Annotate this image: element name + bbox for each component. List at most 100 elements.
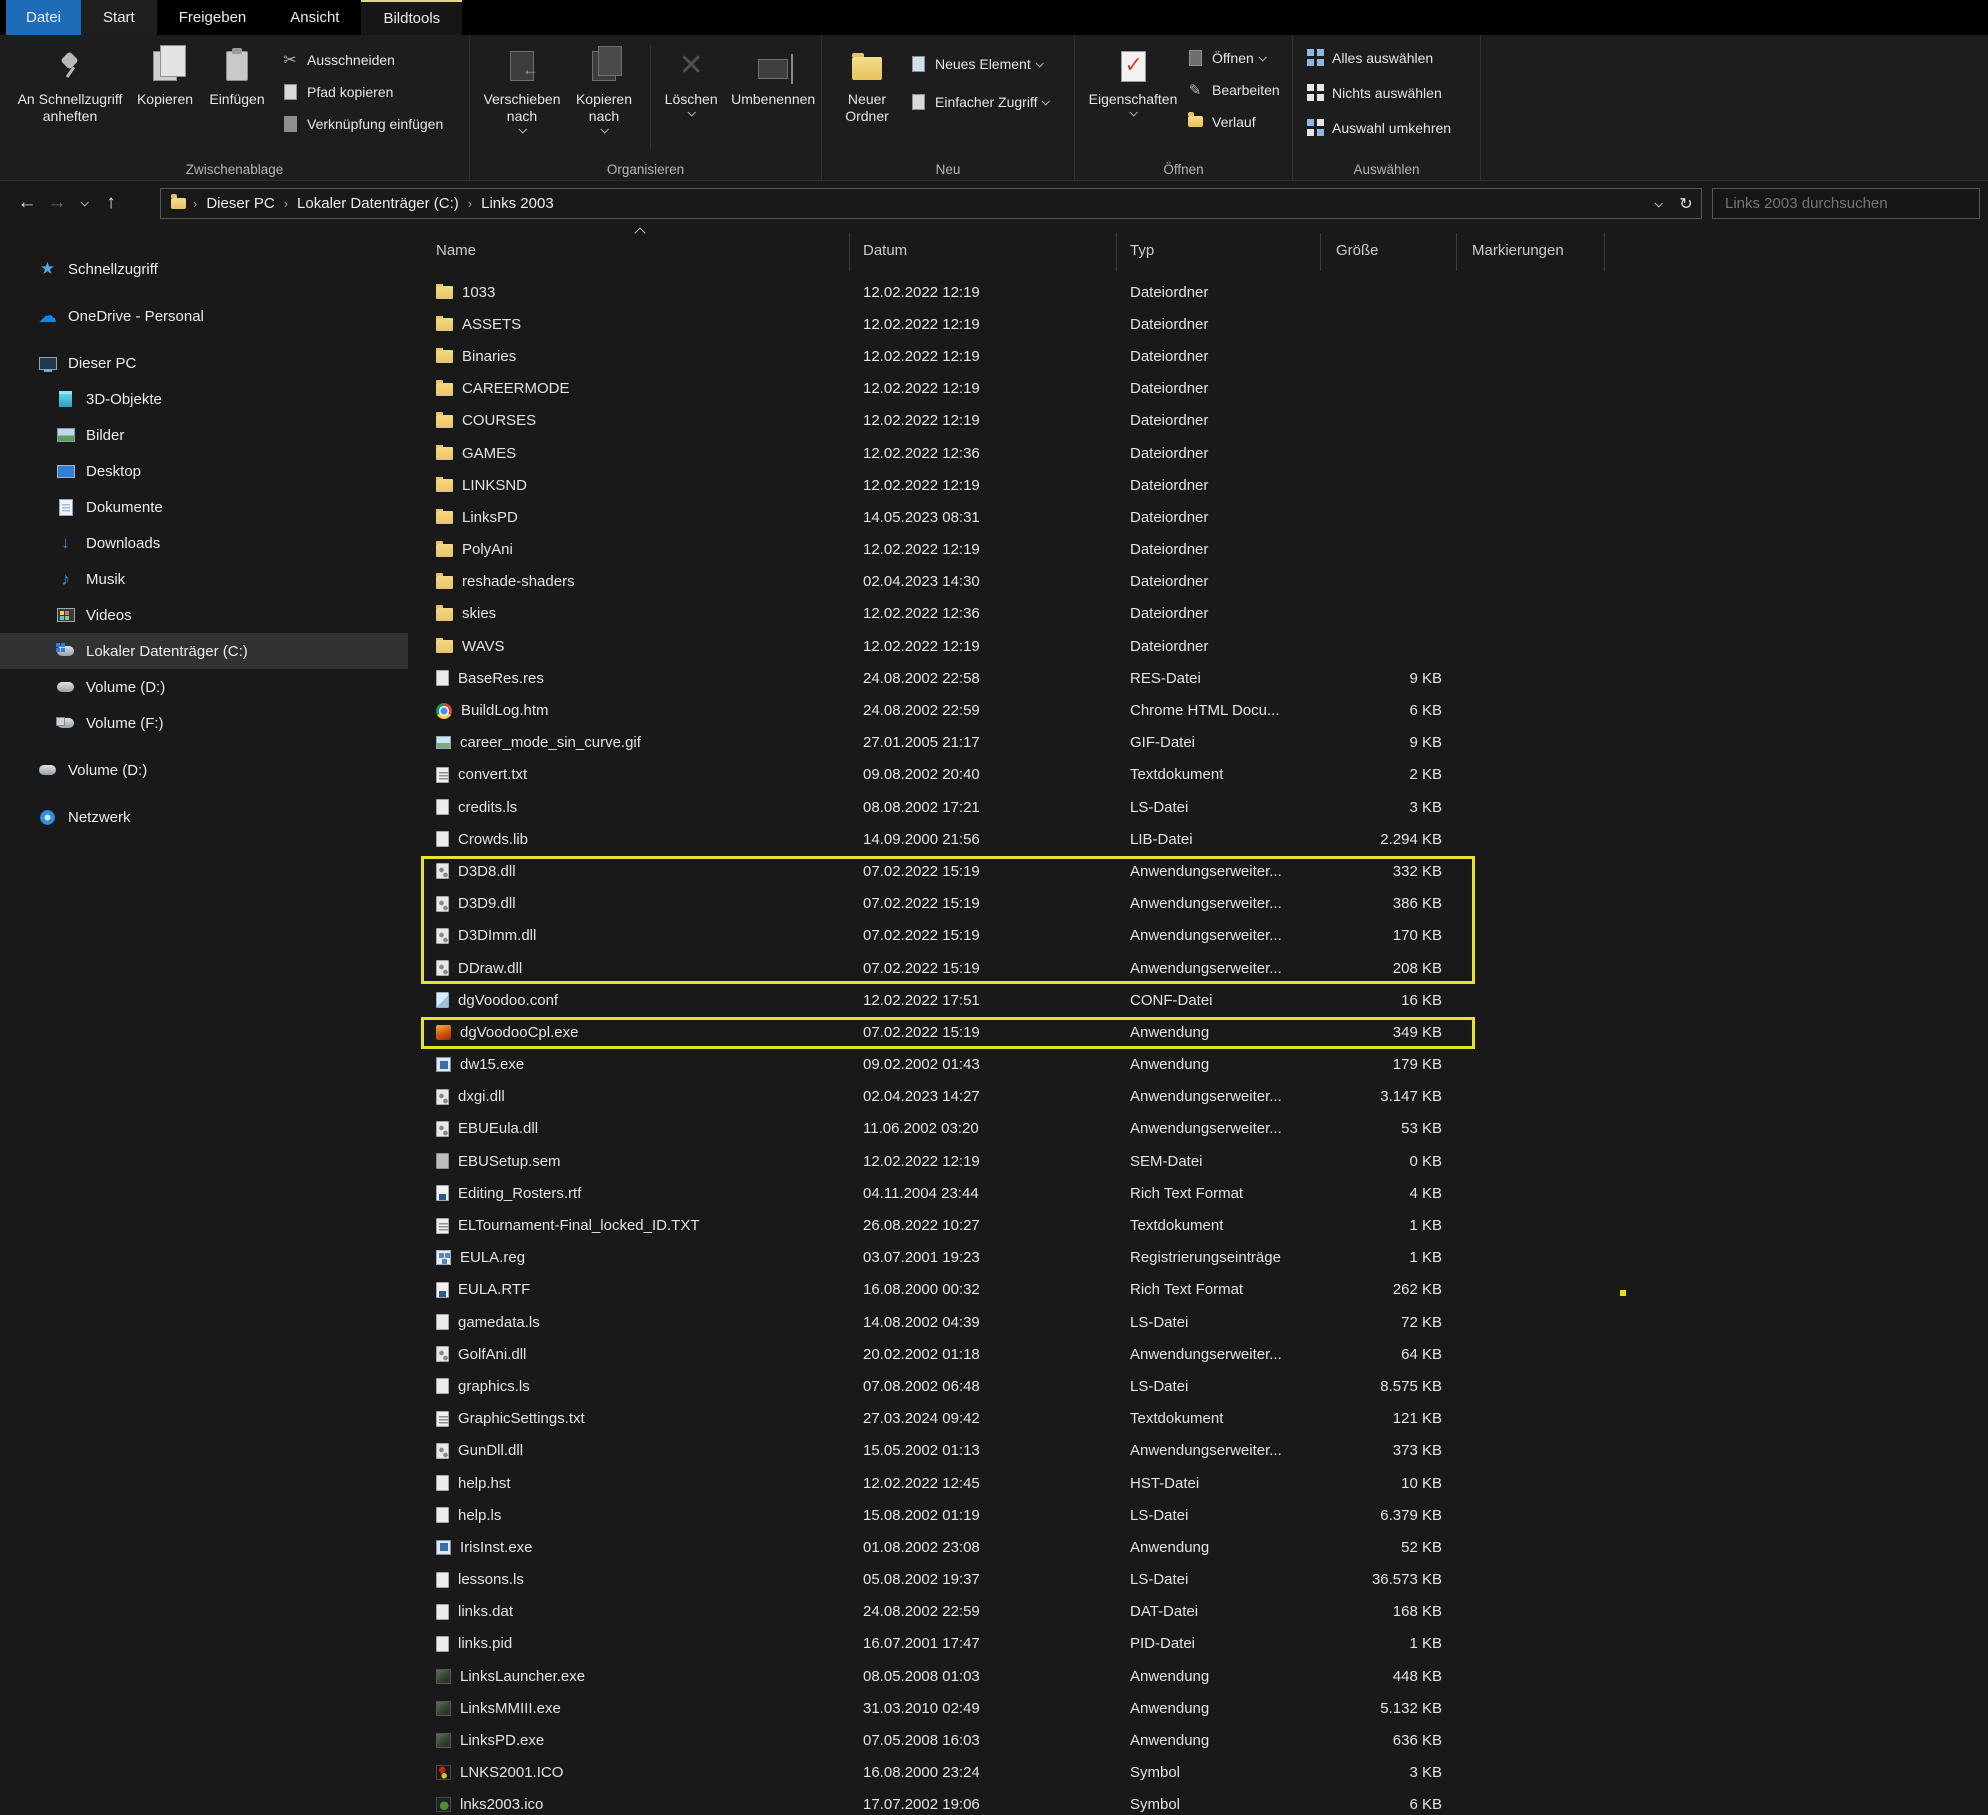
open-button[interactable]: Öffnen xyxy=(1185,43,1280,72)
address-dropdown-button[interactable] xyxy=(1645,191,1671,217)
sidebar-item-volume-d-[interactable]: Volume (D:) xyxy=(0,752,408,788)
file-row[interactable]: IrisInst.exe01.08.2002 23:08Anwendung52 … xyxy=(420,1531,1988,1563)
cut-button[interactable]: ✂ Ausschneiden xyxy=(280,45,443,74)
sidebar-item-volume-f-[interactable]: Volume (F:) xyxy=(0,705,408,741)
sidebar-item-downloads[interactable]: Downloads xyxy=(0,525,408,561)
file-row[interactable]: GraphicSettings.txt27.03.2024 09:42Textd… xyxy=(420,1403,1988,1435)
file-row[interactable]: PolyAni12.02.2022 12:19Dateiordner xyxy=(420,534,1988,566)
sidebar-item-schnellzugriff[interactable]: Schnellzugriff xyxy=(0,251,408,287)
file-row[interactable]: convert.txt09.08.2002 20:40Textdokument2… xyxy=(420,759,1988,791)
sidebar-item-volume-d-[interactable]: Volume (D:) xyxy=(0,669,408,705)
sidebar-item-3d-objekte[interactable]: 3D-Objekte xyxy=(0,381,408,417)
up-button[interactable]: ↑ xyxy=(96,188,126,218)
column-divider[interactable] xyxy=(1116,233,1117,271)
search-input[interactable] xyxy=(1713,195,1979,212)
column-divider[interactable] xyxy=(1604,233,1605,271)
file-row[interactable]: gamedata.ls14.08.2002 04:39LS-Datei72 KB xyxy=(420,1306,1988,1338)
tab-ansicht[interactable]: Ansicht xyxy=(268,0,361,35)
properties-button[interactable]: Eigenschaften xyxy=(1083,41,1183,147)
file-row[interactable]: WAVS12.02.2022 12:19Dateiordner xyxy=(420,630,1988,662)
new-item-button[interactable]: Neues Element xyxy=(908,49,1048,78)
easy-access-button[interactable]: Einfacher Zugriff xyxy=(908,87,1048,116)
file-row[interactable]: LinksPD14.05.2023 08:31Dateiordner xyxy=(420,501,1988,533)
tab-datei[interactable]: Datei xyxy=(6,0,81,35)
forward-button[interactable]: → xyxy=(42,188,72,218)
file-row[interactable]: credits.ls08.08.2002 17:21LS-Datei3 KB xyxy=(420,791,1988,823)
file-row[interactable]: 103312.02.2022 12:19Dateiordner xyxy=(420,276,1988,308)
delete-button[interactable]: ✕ Löschen xyxy=(657,41,725,147)
breadcrumb-links-2003[interactable]: Links 2003 xyxy=(475,195,560,212)
file-row[interactable]: LINKSND12.02.2022 12:19Dateiordner xyxy=(420,469,1988,501)
column-header-markierungen[interactable]: Markierungen xyxy=(1472,225,1564,276)
file-row[interactable]: Binaries12.02.2022 12:19Dateiordner xyxy=(420,340,1988,372)
file-row[interactable]: links.dat24.08.2002 22:59DAT-Datei168 KB xyxy=(420,1596,1988,1628)
tab-bildtools[interactable]: Bildtools xyxy=(361,0,462,35)
column-header-name[interactable]: Name xyxy=(436,225,476,276)
sidebar-item-videos[interactable]: Videos xyxy=(0,597,408,633)
file-row[interactable]: links.pid16.07.2001 17:47PID-Datei1 KB xyxy=(420,1628,1988,1660)
file-row[interactable]: D3DImm.dll07.02.2022 15:19Anwendungserwe… xyxy=(420,920,1988,952)
file-row[interactable]: dgVoodoo.conf12.02.2022 17:51CONF-Datei1… xyxy=(420,984,1988,1016)
sidebar-item-netzwerk[interactable]: Netzwerk xyxy=(0,799,408,835)
column-divider[interactable] xyxy=(1456,233,1457,271)
sidebar-item-onedrive-personal[interactable]: OneDrive - Personal xyxy=(0,298,408,334)
column-divider[interactable] xyxy=(1320,233,1321,271)
breadcrumb-lokaler-datentraeger[interactable]: Lokaler Datenträger (C:) xyxy=(291,195,465,212)
file-row[interactable]: lessons.ls05.08.2002 19:37LS-Datei36.573… xyxy=(420,1564,1988,1596)
file-row[interactable]: EBUEula.dll11.06.2002 03:20Anwendungserw… xyxy=(420,1113,1988,1145)
column-divider[interactable] xyxy=(849,233,850,271)
file-row[interactable]: BaseRes.res24.08.2002 22:58RES-Datei9 KB xyxy=(420,662,1988,694)
sidebar-item-musik[interactable]: Musik xyxy=(0,561,408,597)
file-row[interactable]: LNKS2001.ICO16.08.2000 23:24Symbol3 KB xyxy=(420,1757,1988,1789)
file-row[interactable]: DDraw.dll07.02.2022 15:19Anwendungserwei… xyxy=(420,952,1988,984)
sidebar-item-lokaler-datentr-ger-c-[interactable]: Lokaler Datenträger (C:) xyxy=(0,633,408,669)
sidebar-item-dokumente[interactable]: Dokumente xyxy=(0,489,408,525)
file-row[interactable]: CAREERMODE12.02.2022 12:19Dateiordner xyxy=(420,373,1988,405)
file-row[interactable]: skies12.02.2022 12:36Dateiordner xyxy=(420,598,1988,630)
breadcrumb-dieser-pc[interactable]: Dieser PC xyxy=(200,195,280,212)
file-row[interactable]: D3D9.dll07.02.2022 15:19Anwendungserweit… xyxy=(420,888,1988,920)
file-row[interactable]: dw15.exe09.02.2002 01:43Anwendung179 KB xyxy=(420,1049,1988,1081)
file-row[interactable]: EBUSetup.sem12.02.2022 12:19SEM-Datei0 K… xyxy=(420,1145,1988,1177)
sidebar-item-desktop[interactable]: Desktop xyxy=(0,453,408,489)
tab-start[interactable]: Start xyxy=(81,0,157,35)
file-row[interactable]: help.ls15.08.2002 01:19LS-Datei6.379 KB xyxy=(420,1499,1988,1531)
file-row[interactable]: lnks2003.ico17.07.2002 19:06Symbol6 KB xyxy=(420,1789,1988,1815)
file-row[interactable]: ASSETS12.02.2022 12:19Dateiordner xyxy=(420,308,1988,340)
rename-button[interactable]: Umbenennen xyxy=(725,41,821,147)
file-row[interactable]: COURSES12.02.2022 12:19Dateiordner xyxy=(420,405,1988,437)
select-all-button[interactable]: Alles auswählen xyxy=(1305,43,1451,72)
address-bar[interactable]: › Dieser PC › Lokaler Datenträger (C:) ›… xyxy=(160,188,1702,219)
new-folder-button[interactable]: Neuer Ordner xyxy=(830,41,904,147)
history-button[interactable]: Verlauf xyxy=(1185,107,1280,136)
select-none-button[interactable]: Nichts auswählen xyxy=(1305,78,1451,107)
file-row[interactable]: help.hst12.02.2022 12:45HST-Datei10 KB xyxy=(420,1467,1988,1499)
file-row[interactable]: Editing_Rosters.rtf04.11.2004 23:44Rich … xyxy=(420,1177,1988,1209)
copy-button[interactable]: Kopieren xyxy=(128,41,202,147)
file-row[interactable]: GAMES12.02.2022 12:36Dateiordner xyxy=(420,437,1988,469)
sidebar-item-bilder[interactable]: Bilder xyxy=(0,417,408,453)
file-row[interactable]: EULA.RTF16.08.2000 00:32Rich Text Format… xyxy=(420,1274,1988,1306)
file-row[interactable]: BuildLog.htm24.08.2002 22:59Chrome HTML … xyxy=(420,694,1988,726)
recent-locations-button[interactable] xyxy=(72,188,96,218)
file-row[interactable]: LinksMMIII.exe31.03.2010 02:49Anwendung5… xyxy=(420,1692,1988,1724)
copy-to-button[interactable]: Kopieren nach xyxy=(564,41,644,147)
column-header-groesse[interactable]: Größe xyxy=(1336,225,1379,276)
paste-shortcut-button[interactable]: Verknüpfung einfügen xyxy=(280,109,443,138)
file-row[interactable]: reshade-shaders02.04.2023 14:30Dateiordn… xyxy=(420,566,1988,598)
tab-freigeben[interactable]: Freigeben xyxy=(157,0,269,35)
file-row[interactable]: dgVoodooCpl.exe07.02.2022 15:19Anwendung… xyxy=(420,1016,1988,1048)
file-row[interactable]: GolfAni.dll20.02.2002 01:18Anwendungserw… xyxy=(420,1338,1988,1370)
file-row[interactable]: dxgi.dll02.04.2023 14:27Anwendungserweit… xyxy=(420,1081,1988,1113)
file-row[interactable]: ELTournament-Final_locked_ID.TXT26.08.20… xyxy=(420,1209,1988,1241)
file-row[interactable]: LinksLauncher.exe08.05.2008 01:03Anwendu… xyxy=(420,1660,1988,1692)
invert-selection-button[interactable]: Auswahl umkehren xyxy=(1305,113,1451,142)
column-header-typ[interactable]: Typ xyxy=(1130,225,1154,276)
file-row[interactable]: LinksPD.exe07.05.2008 16:03Anwendung636 … xyxy=(420,1724,1988,1756)
file-row[interactable]: D3D8.dll07.02.2022 15:19Anwendungserweit… xyxy=(420,855,1988,887)
back-button[interactable]: ← xyxy=(12,188,42,218)
paste-button[interactable]: Einfügen xyxy=(202,41,272,147)
copy-path-button[interactable]: Pfad kopieren xyxy=(280,77,443,106)
file-row[interactable]: GunDll.dll15.05.2002 01:13Anwendungserwe… xyxy=(420,1435,1988,1467)
file-row[interactable]: career_mode_sin_curve.gif27.01.2005 21:1… xyxy=(420,727,1988,759)
